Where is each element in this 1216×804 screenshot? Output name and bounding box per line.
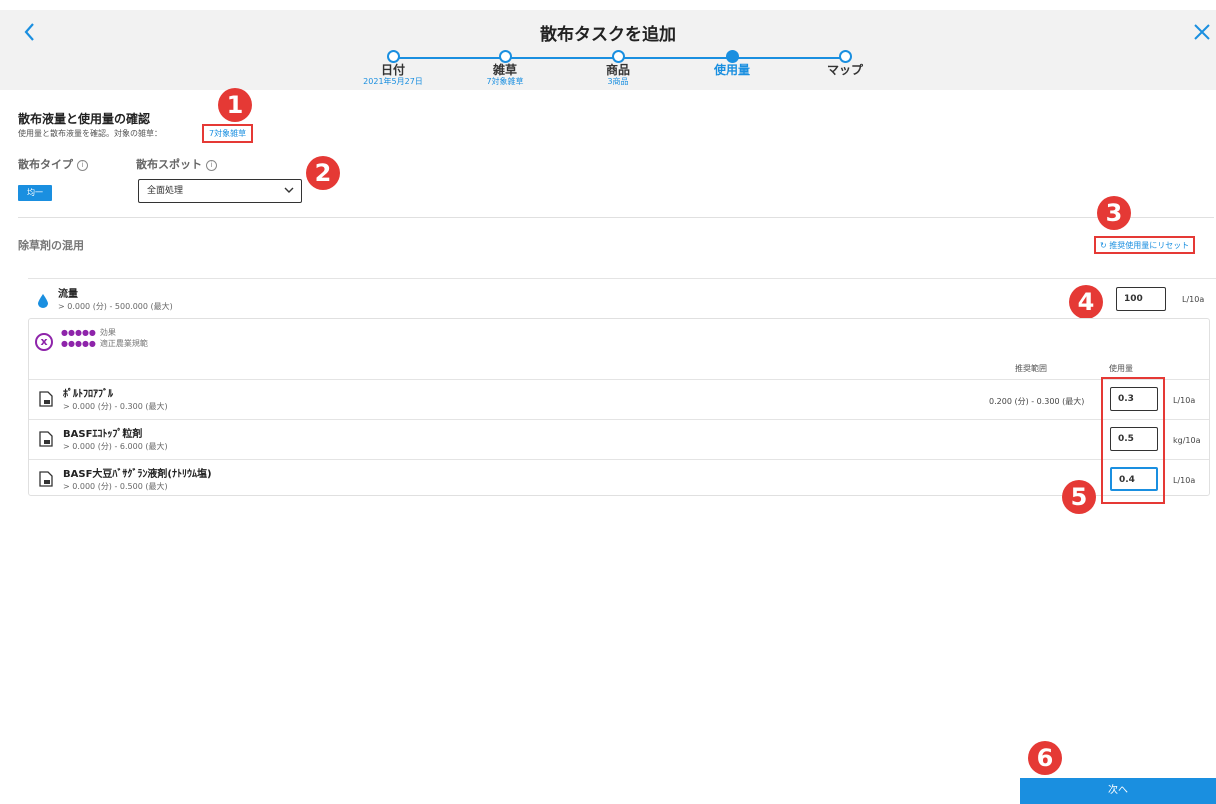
product-recommended-range: 0.200 (分) - 0.300 (最大) bbox=[989, 397, 1085, 406]
flow-rate-unit: L/10a bbox=[1182, 295, 1205, 304]
product-document-icon bbox=[39, 471, 53, 491]
spray-spot-label: 散布スポット i bbox=[136, 156, 217, 172]
product-rate-unit: kg/10a bbox=[1173, 436, 1201, 445]
spray-type-uniform-button[interactable]: 均一 bbox=[18, 185, 52, 201]
step-dot bbox=[838, 50, 852, 63]
product-row: BASF大豆ﾊﾞｻｸﾞﾗﾝ液剤(ﾅﾄﾘｳﾑ塩) > 0.000 (分) - 0.… bbox=[29, 459, 1209, 499]
close-button[interactable] bbox=[1190, 20, 1214, 44]
progress-stepper: 日付 2021年5月27日 雑草 7対象雑草 商品 3商品 使用量 マップ bbox=[0, 48, 1216, 92]
step-products[interactable]: 商品 3商品 bbox=[568, 48, 668, 87]
target-weeds-link[interactable]: 7対象雑草 bbox=[202, 124, 254, 143]
product-row: ﾎﾟﾙﾄﾌﾛｱﾌﾞﾙ > 0.000 (分) - 0.300 (最大) 0.20… bbox=[29, 379, 1209, 419]
chevron-down-icon bbox=[283, 180, 295, 209]
product-name: BASFｴｺﾄｯﾌﾟ粒剤 bbox=[63, 429, 143, 440]
step-label: 日付 bbox=[380, 63, 405, 77]
page-title: 散布タスクを追加 bbox=[540, 25, 676, 45]
reset-label: 推奨使用量にリセット bbox=[1109, 241, 1190, 250]
section-divider bbox=[18, 217, 1214, 218]
product-name: ﾎﾟﾙﾄﾌﾛｱﾌﾞﾙ bbox=[63, 389, 113, 400]
reset-recommended-button[interactable]: ↻ 推奨使用量にリセット bbox=[1094, 236, 1196, 254]
close-icon bbox=[1194, 24, 1210, 40]
recommended-range-header: 推奨範囲 bbox=[1015, 364, 1047, 373]
step-sub: 3商品 bbox=[607, 77, 629, 86]
gap-rating: ●●●●● 適正農業規範 bbox=[61, 339, 148, 348]
product-document-icon bbox=[39, 391, 53, 411]
rate-inputs-highlight bbox=[1101, 377, 1165, 504]
product-document-icon bbox=[39, 431, 53, 451]
step-label: 商品 bbox=[605, 63, 630, 77]
annotation-badge-4: 4 bbox=[1069, 285, 1103, 319]
annotation-badge-6: 6 bbox=[1028, 741, 1062, 775]
spray-spot-select[interactable]: 全面処理 bbox=[138, 179, 302, 203]
product-range: > 0.000 (分) - 6.000 (最大) bbox=[63, 442, 168, 451]
step-sub: 7対象雑草 bbox=[486, 77, 524, 86]
step-weeds[interactable]: 雑草 7対象雑草 bbox=[455, 48, 555, 87]
tank-mix-title: 除草剤の混用 bbox=[18, 239, 84, 252]
step-label: 雑草 bbox=[492, 63, 517, 77]
annotation-badge-2: 2 bbox=[306, 156, 340, 190]
product-row: BASFｴｺﾄｯﾌﾟ粒剤 > 0.000 (分) - 6.000 (最大) 0.… bbox=[29, 419, 1209, 459]
section-description: 使用量と散布液量を確認。対象の雑草： bbox=[18, 129, 162, 138]
header-bar: 散布タスクを追加 日付 2021年5月27日 雑草 7対象雑草 商品 3商品 使… bbox=[0, 10, 1216, 90]
info-icon[interactable]: i bbox=[206, 159, 217, 171]
product-name: BASF大豆ﾊﾞｻｸﾞﾗﾝ液剤(ﾅﾄﾘｳﾑ塩) bbox=[63, 469, 212, 480]
info-icon[interactable]: i bbox=[77, 159, 88, 171]
herbicide-products-panel: x ●●●●● 効果 ●●●●● 適正農業規範 推奨範囲 使用量 ﾎﾟﾙﾄﾌﾛｱﾌﾞ… bbox=[28, 318, 1210, 496]
next-button[interactable]: 次へ bbox=[1020, 778, 1216, 804]
flow-rate-row: 流量 > 0.000 (分) - 500.000 (最大) 100 L/10a bbox=[28, 278, 1216, 316]
step-dot-active bbox=[725, 50, 739, 63]
product-rate-unit: L/10a bbox=[1173, 396, 1196, 405]
flow-rate-name: 流量 bbox=[58, 289, 78, 300]
flow-rate-input[interactable]: 100 bbox=[1116, 287, 1166, 311]
spray-spot-value: 全面処理 bbox=[147, 186, 184, 196]
annotation-badge-3: 3 bbox=[1097, 196, 1131, 230]
step-dot bbox=[386, 50, 400, 63]
efficacy-rating: ●●●●● 効果 bbox=[61, 328, 116, 337]
flow-rate-range: > 0.000 (分) - 500.000 (最大) bbox=[58, 302, 173, 311]
annotation-badge-1: 1 bbox=[218, 88, 252, 122]
product-range: > 0.000 (分) - 0.500 (最大) bbox=[63, 482, 168, 491]
step-dot bbox=[611, 50, 625, 63]
product-rate-unit: L/10a bbox=[1173, 476, 1196, 485]
step-label: マップ bbox=[826, 63, 863, 77]
mixture-x-icon: x bbox=[35, 333, 53, 351]
product-range: > 0.000 (分) - 0.300 (最大) bbox=[63, 402, 168, 411]
step-sub: 2021年5月27日 bbox=[363, 77, 423, 86]
spray-type-label: 散布タイプ i bbox=[18, 156, 88, 172]
step-label: 使用量 bbox=[713, 63, 750, 77]
step-date[interactable]: 日付 2021年5月27日 bbox=[343, 48, 443, 87]
section-title: 散布液量と使用量の確認 bbox=[18, 112, 151, 126]
refresh-icon: ↻ bbox=[1100, 241, 1107, 250]
rate-header: 使用量 bbox=[1109, 364, 1133, 373]
step-rate[interactable]: 使用量 bbox=[682, 48, 782, 77]
water-drop-icon bbox=[38, 293, 48, 312]
annotation-badge-5: 5 bbox=[1062, 480, 1096, 514]
step-map[interactable]: マップ bbox=[795, 48, 895, 77]
step-dot bbox=[498, 50, 512, 63]
